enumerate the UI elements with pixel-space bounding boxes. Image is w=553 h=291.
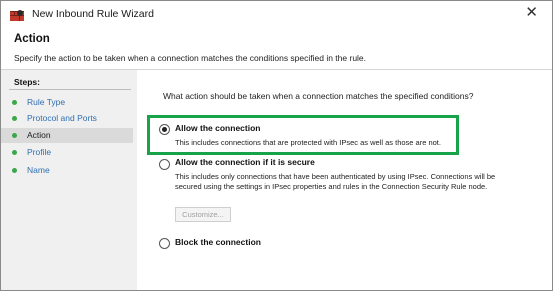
allow-if-secure-label[interactable]: Allow the connection if it is secure	[175, 157, 315, 167]
steps-sidebar: Steps: Rule Type Protocol and Ports Acti…	[1, 70, 137, 290]
window-title: New Inbound Rule Wizard	[32, 8, 154, 20]
green-dot-icon	[12, 100, 17, 105]
allow-if-secure-description: This includes only connections that have…	[175, 172, 496, 191]
allow-connection-label[interactable]: Allow the connection	[175, 123, 260, 133]
customize-button[interactable]: Customize...	[175, 207, 231, 222]
step-label: Protocol and Ports	[27, 113, 97, 123]
allow-connection-description: This includes connections that are prote…	[175, 138, 441, 147]
green-dot-icon	[12, 116, 17, 121]
allow-connection-radio[interactable]	[159, 124, 170, 135]
step-name[interactable]: Name	[1, 163, 133, 178]
allow-if-secure-radio[interactable]	[159, 159, 170, 170]
green-dot-icon	[12, 168, 17, 173]
step-label: Profile	[27, 147, 52, 157]
page-description: Specify the action to be taken when a co…	[14, 53, 367, 63]
title-bar: New Inbound Rule Wizard ✕	[1, 1, 552, 27]
action-panel: What action should be taken when a conne…	[137, 70, 552, 290]
step-protocol-and-ports[interactable]: Protocol and Ports	[1, 111, 133, 126]
green-dot-icon	[12, 133, 17, 138]
step-label: Action	[27, 130, 51, 140]
block-connection-radio[interactable]	[159, 238, 170, 249]
block-connection-label[interactable]: Block the connection	[175, 237, 261, 247]
steps-title: Steps:	[14, 77, 40, 87]
step-label: Name	[27, 165, 50, 175]
step-profile[interactable]: Profile	[1, 145, 133, 160]
firewall-shield-icon	[10, 10, 24, 21]
close-icon[interactable]: ✕	[525, 5, 538, 20]
highlight-box	[147, 115, 459, 155]
green-dot-icon	[12, 150, 17, 155]
step-label: Rule Type	[27, 97, 66, 107]
step-action[interactable]: Action	[1, 128, 133, 143]
page-title: Action	[14, 33, 50, 45]
action-question: What action should be taken when a conne…	[163, 91, 474, 101]
steps-divider	[9, 89, 131, 90]
step-rule-type[interactable]: Rule Type	[1, 95, 133, 110]
wizard-window: New Inbound Rule Wizard ✕ Action Specify…	[0, 0, 553, 291]
